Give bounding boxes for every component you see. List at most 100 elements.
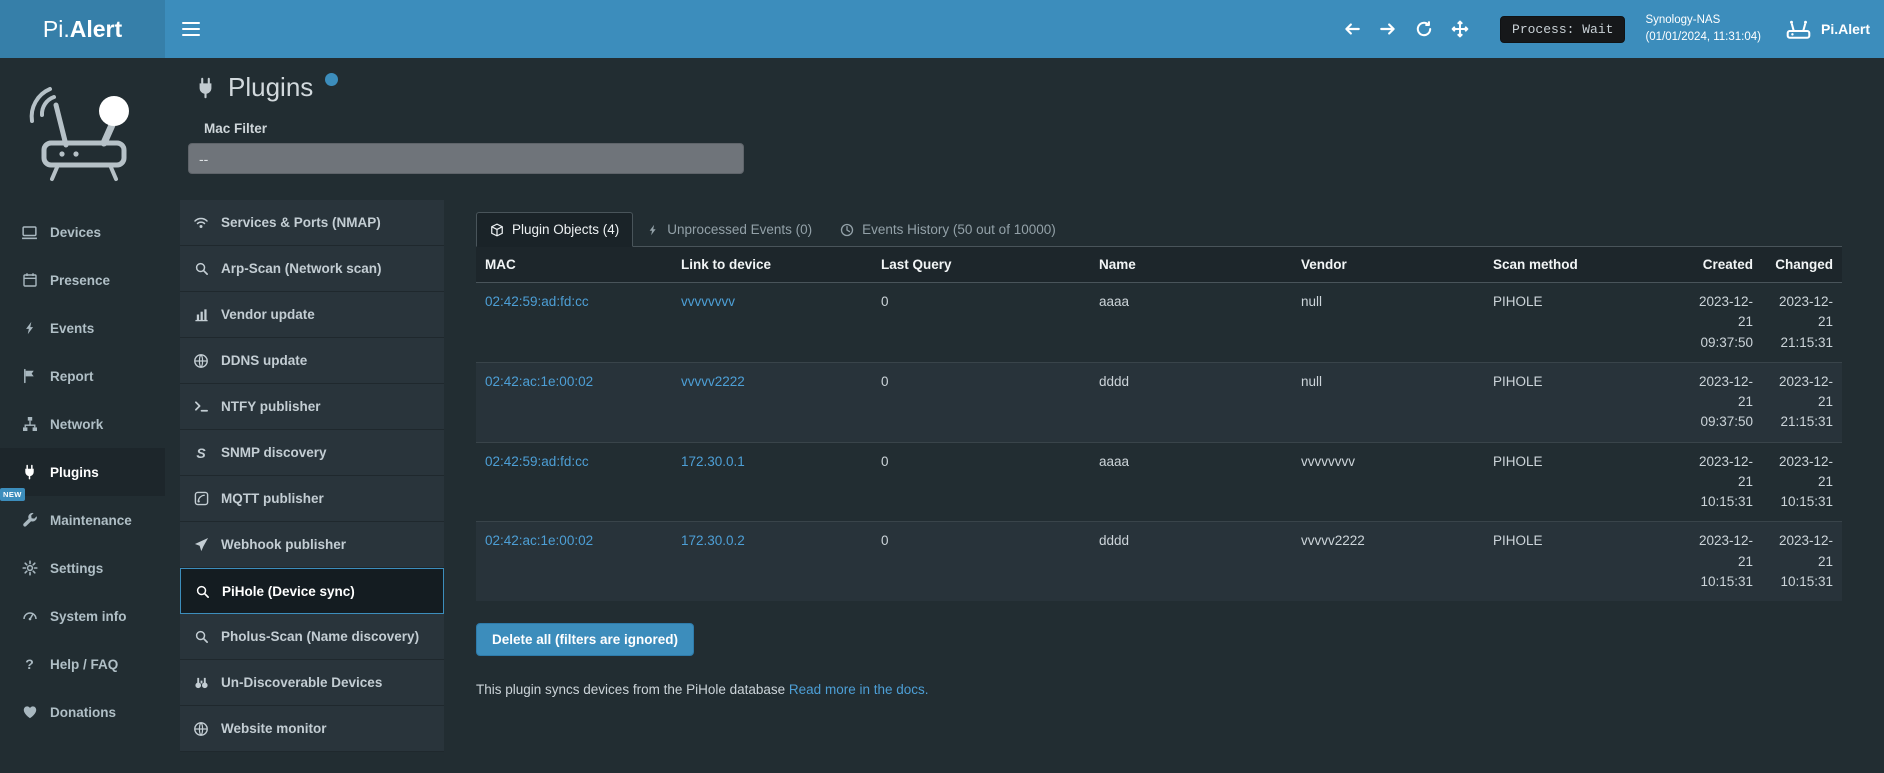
mac-link[interactable]: 02:42:ac:1e:00:02 [485, 533, 593, 548]
col-mac: MAC [476, 247, 672, 283]
docs-link[interactable]: Read more in the docs. [789, 682, 929, 697]
calendar-icon [20, 272, 39, 288]
sidebar-item-devices[interactable]: Devices [0, 208, 165, 256]
cell-link: 172.30.0.1 [672, 442, 872, 522]
cell-last-query: 0 [872, 442, 1090, 522]
cell-scan-method: PIHOLE [1484, 283, 1676, 363]
mac-link[interactable]: 02:42:ac:1e:00:02 [485, 374, 593, 389]
tab-plugin-objects[interactable]: Plugin Objects (4) [476, 212, 633, 247]
header-right-group: Process: Wait Synology-NAS (01/01/2024, … [1334, 0, 1884, 58]
cell-created: 2023-12-21 10:15:31 [1676, 442, 1762, 522]
plugin-item-ntfy[interactable]: NTFY publisher [180, 384, 444, 430]
sidebar-item-donations[interactable]: Donations [0, 688, 165, 736]
host-name: Synology-NAS [1645, 12, 1761, 29]
sidebar-item-label: Devices [50, 225, 101, 240]
mqtt-icon [192, 491, 210, 506]
cell-created: 2023-12-21 10:15:31 [1676, 522, 1762, 601]
sidebar-item-system-info[interactable]: System info [0, 592, 165, 640]
mac-link[interactable]: 02:42:59:ad:fd:cc [485, 454, 589, 469]
cell-name: aaaa [1090, 283, 1292, 363]
plug-icon [20, 464, 39, 480]
flag-icon [20, 368, 39, 384]
plugin-item-website-monitor[interactable]: Website monitor [180, 706, 444, 752]
cell-scan-method: PIHOLE [1484, 362, 1676, 442]
tab-unprocessed-events[interactable]: Unprocessed Events (0) [633, 212, 826, 247]
device-link[interactable]: vvvvv2222 [681, 374, 745, 389]
brand-prefix: Pi. [43, 16, 70, 43]
bolt-icon [647, 223, 659, 237]
col-last-query: Last Query [872, 247, 1090, 283]
device-link[interactable]: 172.30.0.2 [681, 533, 745, 548]
sidebar-item-help-faq[interactable]: ? Help / FAQ [0, 640, 165, 688]
main-content: Plugins Mac Filter Services & Ports (NMA… [165, 58, 1884, 773]
plugin-item-snmp[interactable]: S SNMP discovery [180, 430, 444, 476]
plugin-item-label: Arp-Scan (Network scan) [221, 261, 382, 276]
cell-scan-method: PIHOLE [1484, 522, 1676, 601]
sidebar-item-plugins[interactable]: Plugins [0, 448, 165, 496]
wrench-icon [20, 512, 39, 528]
sidebar-item-report[interactable]: Report [0, 352, 165, 400]
sidebar-item-maintenance[interactable]: NEW Maintenance [0, 496, 165, 544]
col-vendor: Vendor [1292, 247, 1484, 283]
plugin-item-nmap[interactable]: Services & Ports (NMAP) [180, 200, 444, 246]
info-badge[interactable] [325, 73, 338, 86]
cell-mac: 02:42:ac:1e:00:02 [476, 522, 672, 601]
plugin-item-label: MQTT publisher [221, 491, 324, 506]
chart-icon [192, 307, 210, 322]
sitemap-icon [20, 416, 39, 432]
mac-link[interactable]: 02:42:59:ad:fd:cc [485, 294, 589, 309]
tab-label: Events History (50 out of 10000) [862, 222, 1056, 237]
plugin-item-label: Website monitor [221, 721, 327, 736]
app-menu[interactable]: Pi.Alert [1785, 18, 1870, 40]
cell-vendor: vvvvv2222 [1292, 522, 1484, 601]
sidebar-item-presence[interactable]: Presence [0, 256, 165, 304]
plugin-item-pholus[interactable]: Pholus-Scan (Name discovery) [180, 614, 444, 660]
sidebar-item-settings[interactable]: Settings [0, 544, 165, 592]
device-link[interactable]: vvvvvvvv [681, 294, 735, 309]
col-name: Name [1090, 247, 1292, 283]
cell-mac: 02:42:59:ad:fd:cc [476, 442, 672, 522]
device-link[interactable]: 172.30.0.1 [681, 454, 745, 469]
host-info: Synology-NAS (01/01/2024, 11:31:04) [1645, 12, 1761, 47]
plugin-item-vendor-update[interactable]: Vendor update [180, 292, 444, 338]
sidebar-item-label: Maintenance [50, 513, 132, 528]
cell-link: vvvvvvvv [672, 283, 872, 363]
mac-filter-label: Mac Filter [204, 121, 1884, 136]
cell-changed: 2023-12-21 10:15:31 [1762, 442, 1842, 522]
plugin-item-undiscoverable[interactable]: Un-Discoverable Devices [180, 660, 444, 706]
brand-suffix: Alert [70, 16, 122, 43]
plugin-item-label: NTFY publisher [221, 399, 321, 414]
sidebar-toggle-icon[interactable] [165, 0, 217, 58]
cell-name: dddd [1090, 522, 1292, 601]
plugin-item-arp-scan[interactable]: Arp-Scan (Network scan) [180, 246, 444, 292]
mac-filter-input[interactable] [188, 143, 744, 174]
plugin-item-mqtt[interactable]: MQTT publisher [180, 476, 444, 522]
search-icon [193, 584, 211, 599]
refresh-icon[interactable] [1406, 0, 1442, 58]
process-status-badge: Process: Wait [1500, 16, 1625, 43]
tab-events-history[interactable]: Events History (50 out of 10000) [826, 212, 1070, 247]
plugin-item-webhook[interactable]: Webhook publisher [180, 522, 444, 568]
plugin-objects-table: MAC Link to device Last Query Name Vendo… [476, 247, 1842, 601]
arrow-left-icon[interactable] [1334, 0, 1370, 58]
brand-logo[interactable]: Pi.Alert [0, 0, 165, 58]
arrow-right-icon[interactable] [1370, 0, 1406, 58]
plugin-item-pihole[interactable]: PiHole (Device sync) [180, 568, 444, 614]
cell-name: dddd [1090, 362, 1292, 442]
cell-mac: 02:42:59:ad:fd:cc [476, 283, 672, 363]
cell-last-query: 0 [872, 362, 1090, 442]
cell-name: aaaa [1090, 442, 1292, 522]
table-row: 02:42:59:ad:fd:cc vvvvvvvv 0 aaaa null P… [476, 283, 1842, 363]
delete-all-button[interactable]: Delete all (filters are ignored) [476, 623, 694, 656]
globe-icon [192, 353, 210, 369]
move-icon[interactable] [1442, 0, 1478, 58]
cube-icon [490, 223, 504, 237]
sidebar-item-events[interactable]: Events [0, 304, 165, 352]
plugin-content: Plugin Objects (4) Unprocessed Events (0… [476, 212, 1842, 697]
col-scan-method: Scan method [1484, 247, 1676, 283]
sidebar-menu: Devices Presence Events Report Network P… [0, 208, 165, 736]
heart-icon [20, 704, 39, 720]
plugin-item-ddns-update[interactable]: DDNS update [180, 338, 444, 384]
sidebar-item-network[interactable]: Network [0, 400, 165, 448]
clock-icon [840, 223, 854, 237]
